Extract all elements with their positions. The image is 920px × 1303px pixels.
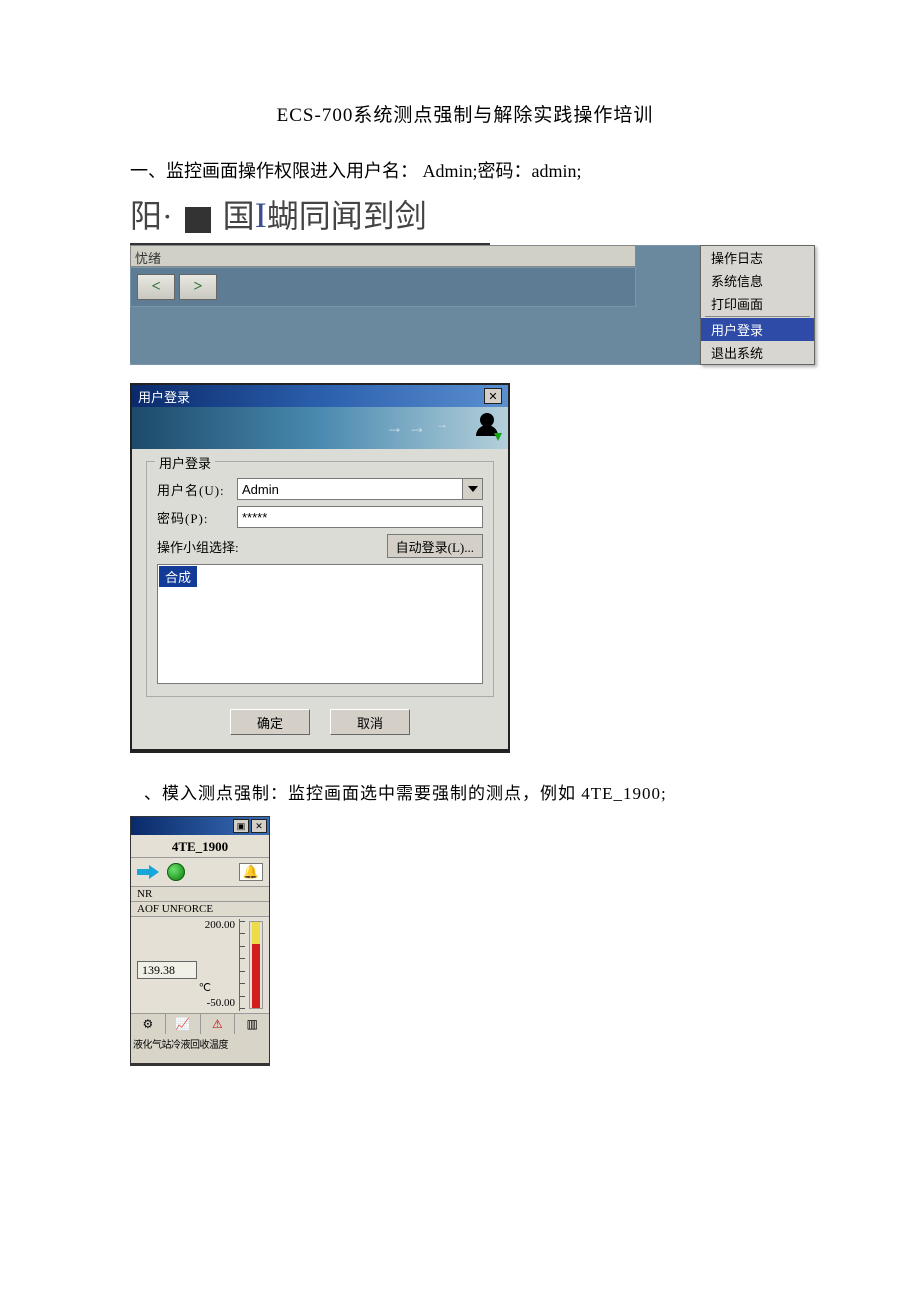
bar-zone-yellow xyxy=(252,922,260,944)
tag-pin-icon[interactable]: ▣ xyxy=(233,819,249,833)
tag-close-icon[interactable]: ✕ xyxy=(251,819,267,833)
tag-name: 4TE_1900 xyxy=(131,835,269,858)
auto-login-button[interactable]: 自动登录(L)... xyxy=(387,534,483,558)
ops-list-item[interactable]: 合成 xyxy=(159,566,197,587)
tag-arrow-icon xyxy=(137,865,159,879)
tag-setting-icon[interactable]: ⚙ xyxy=(131,1014,166,1034)
banner-arrows-icon: → → → xyxy=(386,417,449,438)
user-avatar-icon xyxy=(472,411,502,445)
username-dropdown-icon[interactable] xyxy=(463,478,483,500)
username-label: 用户名(U): xyxy=(157,480,229,499)
ops-group-list[interactable]: 合成 xyxy=(157,564,483,684)
bar-zone-red xyxy=(252,944,260,1009)
menu-item-op-log[interactable]: 操作日志 xyxy=(701,246,814,269)
login-dialog: 用户登录 ✕ → → → 用户登录 用户名(U): 密码(P): xyxy=(130,383,510,753)
menu-item-user-login[interactable]: 用户登录 xyxy=(701,318,814,341)
ocr-decor-line: 阳· 国I蝴同闻到剑 xyxy=(130,191,490,245)
tag-gauge: 200.00 139.38 ℃ -50.00 xyxy=(131,917,269,1013)
menu-item-exit-system[interactable]: 退出系统 xyxy=(701,341,814,364)
password-input[interactable] xyxy=(237,506,483,528)
section-one-text: 一、监控画面操作权限进入用户名： Admin;密码：admin; xyxy=(130,157,800,183)
tag-nr-label: NR xyxy=(131,886,269,902)
tag-unit: ℃ xyxy=(199,981,211,994)
status-bar: 忧绪 xyxy=(130,245,636,267)
tag-trend-icon[interactable]: 📈 xyxy=(166,1014,201,1034)
close-icon[interactable]: ✕ xyxy=(484,388,502,404)
decor-I-icon: I xyxy=(255,195,267,235)
login-group-legend: 用户登录 xyxy=(155,453,215,472)
tag-titlebar: ▣ ✕ xyxy=(131,817,269,835)
tag-description: 液化气站冷液回收温度 xyxy=(131,1034,269,1063)
nav-next-button[interactable]: > xyxy=(179,274,217,300)
tag-alarmlist-icon[interactable]: ⚠ xyxy=(201,1014,236,1034)
doc-title: ECS-700系统测点强制与解除实践操作培训 xyxy=(130,100,800,127)
ops-group-label: 操作小组选择: xyxy=(157,537,239,556)
login-titlebar: 用户登录 ✕ xyxy=(132,385,508,407)
cancel-button[interactable]: 取消 xyxy=(330,709,410,735)
system-dropdown-menu: 操作日志 系统信息 打印画面 用户登录 退出系统 xyxy=(700,245,815,365)
nav-prev-button[interactable]: < xyxy=(137,274,175,300)
tag-bottom-toolbar: ⚙ 📈 ⚠ ▥ xyxy=(131,1013,269,1034)
tag-bargraph xyxy=(249,921,263,1009)
tag-faceplate: ▣ ✕ 4TE_1900 🔔 NR AOF UNFORCE 200.00 139… xyxy=(130,816,270,1066)
login-title: 用户登录 xyxy=(138,387,190,406)
login-groupbox: 用户登录 用户名(U): 密码(P): 操作小组选择: 自动登录(L)... xyxy=(146,461,494,697)
tag-value: 139.38 xyxy=(137,961,197,979)
black-square-icon xyxy=(185,207,211,233)
decor-b: 国 xyxy=(223,198,255,234)
menu-item-print-view[interactable]: 打印画面 xyxy=(701,292,814,315)
tag-min-value: -50.00 xyxy=(207,997,235,1009)
section-two-text: 、模入测点强制：监控画面选中需要强制的测点，例如 4TE_1900; xyxy=(144,779,800,804)
tag-max-value: 200.00 xyxy=(133,919,239,931)
password-label: 密码(P): xyxy=(157,508,229,527)
tag-status-icons: 🔔 xyxy=(131,858,269,886)
menu-item-sys-info[interactable]: 系统信息 xyxy=(701,269,814,292)
tag-detail-icon[interactable]: ▥ xyxy=(235,1014,269,1034)
username-input[interactable] xyxy=(237,478,463,500)
decor-c: 蝴同闻到剑 xyxy=(267,198,427,234)
app-menubar: 忧绪 < > 操作日志 系统信息 打印画面 用户登录 退出系统 xyxy=(130,245,800,365)
login-banner: → → → xyxy=(132,407,508,449)
tag-alarm-icon[interactable]: 🔔 xyxy=(239,863,263,881)
menu-separator xyxy=(705,316,810,317)
toolbar: < > xyxy=(130,267,636,307)
tag-aof-label: AOF UNFORCE xyxy=(131,902,269,917)
tag-status-dot-icon xyxy=(167,863,185,881)
decor-a: 阳· xyxy=(130,198,173,234)
ok-button[interactable]: 确定 xyxy=(230,709,310,735)
tag-ticks xyxy=(239,919,247,1011)
